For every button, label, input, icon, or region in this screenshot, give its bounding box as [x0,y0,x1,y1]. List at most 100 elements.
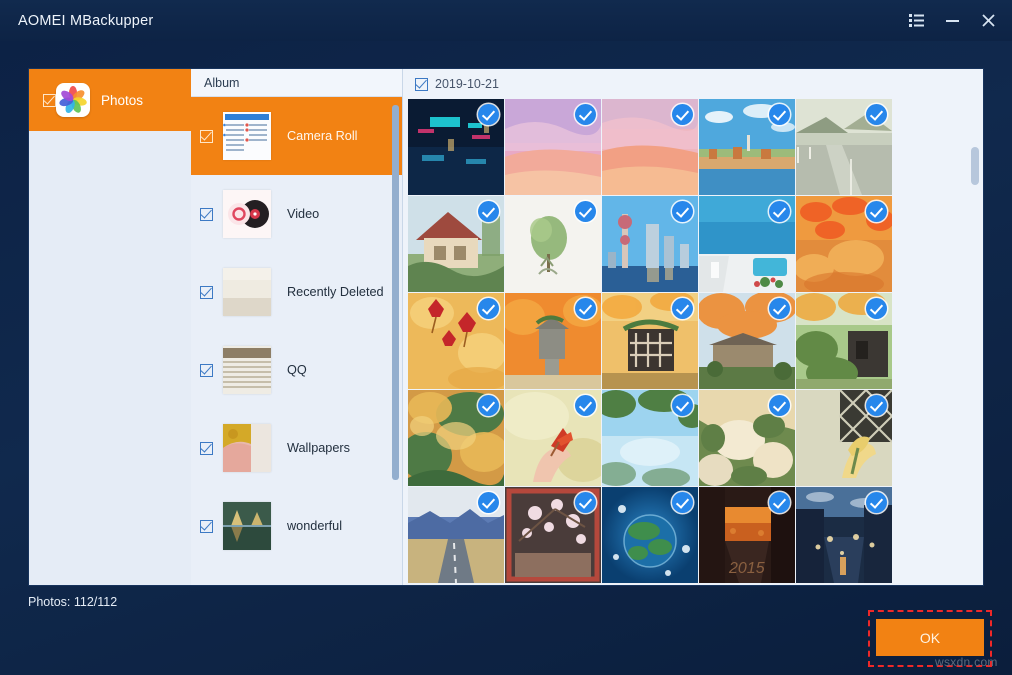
photo-selected-badge [575,395,596,416]
photo-thumbnail[interactable] [602,293,698,389]
album-item-wallpapers[interactable]: Wallpapers [191,409,402,487]
album-list[interactable]: Camera Roll Video [191,97,402,585]
title-bar: AOMEI MBackupper [0,0,1012,41]
photo-thumbnail[interactable] [699,293,795,389]
photo-thumbnail[interactable] [505,390,601,486]
sidebar-item-photos[interactable]: Photos [29,69,191,131]
app-title: AOMEI MBackupper [18,13,153,29]
photo-thumbnail[interactable] [408,99,504,195]
photo-thumbnail[interactable] [505,196,601,292]
photo-thumbnail[interactable] [796,99,892,195]
album-item-wonderful[interactable]: wonderful [191,487,402,565]
photo-selected-badge [866,104,887,125]
album-item-qq[interactable]: QQ [191,331,402,409]
photo-thumbnail[interactable] [796,390,892,486]
album-thumbnail [223,502,271,550]
photo-thumbnail[interactable] [796,196,892,292]
photo-count-status: Photos: 112/112 [28,595,117,609]
album-checkbox[interactable] [200,442,213,455]
photo-selected-badge [769,395,790,416]
photos-checkbox[interactable] [43,94,56,107]
ok-button[interactable]: OK [876,619,984,656]
album-panel: Album [191,69,403,585]
photo-selected-badge [478,298,499,319]
photo-selected-badge [672,201,693,222]
photo-selected-badge [575,492,596,513]
photo-selected-badge [866,395,887,416]
photo-selected-badge [672,492,693,513]
watermark: wsxdn.com [935,655,998,669]
photo-thumbnail[interactable]: 2015 [699,487,795,583]
photo-selected-badge [575,298,596,319]
photo-thumbnail[interactable] [505,99,601,195]
album-thumbnail [223,424,271,472]
album-checkbox[interactable] [200,130,213,143]
photo-thumbnail[interactable] [602,390,698,486]
photo-thumbnail[interactable] [505,487,601,583]
photo-selected-badge [769,298,790,319]
photo-thumbnail[interactable] [796,487,892,583]
album-checkbox[interactable] [200,286,213,299]
photo-thumbnail[interactable] [602,196,698,292]
date-group-header[interactable]: 2019-10-21 [403,69,983,99]
photo-selected-badge [769,492,790,513]
photo-selected-badge [575,201,596,222]
photo-selected-badge [575,104,596,125]
album-thumbnail [223,112,271,160]
album-checkbox[interactable] [200,520,213,533]
app-window: AOMEI MBackupper [0,0,1012,675]
album-header-label: Album [191,69,402,97]
album-item-label: Wallpapers [287,441,350,455]
photo-thumbnail[interactable] [699,390,795,486]
photos-pinwheel-icon [56,83,90,117]
photo-selected-badge [478,395,499,416]
photo-thumbnail[interactable] [699,196,795,292]
window-controls [898,0,1006,41]
source-panel: Photos [29,69,191,585]
svg-text:2015: 2015 [728,560,765,577]
album-item-camera-roll[interactable]: Camera Roll [191,97,402,175]
album-item-label: wonderful [287,519,342,533]
photo-selected-badge [769,201,790,222]
album-thumbnail [223,190,271,238]
photo-selected-badge [478,492,499,513]
date-group-label: 2019-10-21 [435,77,499,91]
photo-thumbnail[interactable] [602,99,698,195]
photo-thumbnail[interactable] [699,99,795,195]
photo-thumbnail[interactable] [408,196,504,292]
album-thumbnail [223,346,271,394]
photo-grid-panel: 2019-10-21 [403,69,983,585]
photo-selected-badge [672,298,693,319]
photo-thumbnail[interactable] [408,390,504,486]
album-scrollbar-thumb[interactable] [392,105,399,480]
album-item-label: Camera Roll [287,129,358,143]
minimize-icon[interactable] [934,6,970,36]
album-item-label: QQ [287,363,307,377]
photo-selected-badge [672,104,693,125]
photo-thumbnail[interactable] [505,293,601,389]
content-area: Photos Album [28,68,984,586]
photo-grid: 2015 [403,99,983,583]
photo-selected-badge [672,395,693,416]
album-thumbnail [223,268,271,316]
photo-selected-badge [478,104,499,125]
menu-list-icon[interactable] [898,6,934,36]
photo-grid-scrollbar-thumb[interactable] [971,147,979,185]
photo-thumbnail[interactable] [602,487,698,583]
sidebar-item-label: Photos [101,93,143,108]
close-icon[interactable] [970,6,1006,36]
photo-selected-badge [866,298,887,319]
photo-selected-badge [478,201,499,222]
photo-thumbnail[interactable] [408,293,504,389]
album-item-video[interactable]: Video [191,175,402,253]
photo-selected-badge [866,492,887,513]
album-checkbox[interactable] [200,208,213,221]
photo-thumbnail[interactable] [408,487,504,583]
date-group-checkbox[interactable] [415,78,428,91]
album-checkbox[interactable] [200,364,213,377]
album-item-recently-deleted[interactable]: Recently Deleted [191,253,402,331]
photo-thumbnail[interactable] [796,293,892,389]
photo-selected-badge [866,201,887,222]
album-item-label: Recently Deleted [287,285,384,299]
photo-selected-badge [769,104,790,125]
